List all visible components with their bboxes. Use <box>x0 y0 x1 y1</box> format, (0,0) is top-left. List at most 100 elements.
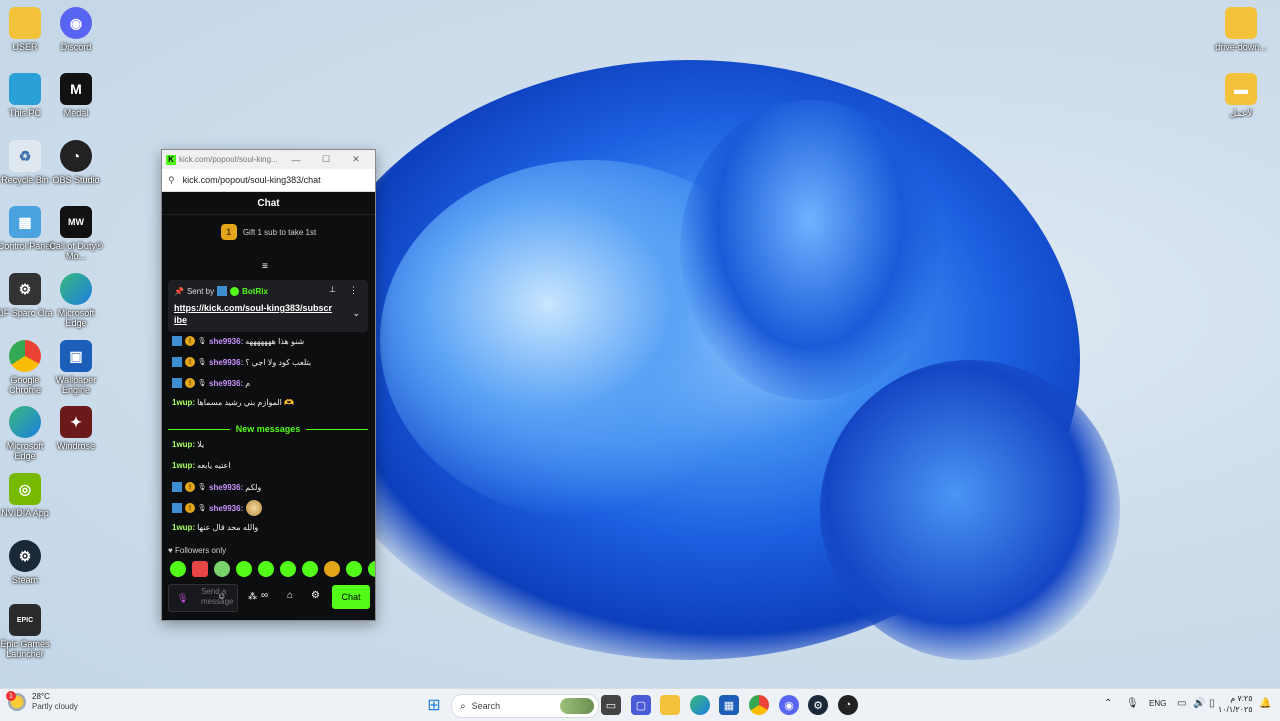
chat-username[interactable]: she9936: <box>209 337 243 346</box>
chat-message: 1wup: اعتيه يابعه <box>172 461 230 470</box>
microphone-icon[interactable]: 🎙 <box>177 593 188 604</box>
edge-taskbar-icon[interactable] <box>690 695 710 715</box>
store-taskbar-icon[interactable]: ▦ <box>719 695 739 715</box>
kick-badge-icon <box>217 286 228 296</box>
weather-desc: Partly cloudy <box>32 702 78 711</box>
wallpaper-bloom-petal <box>820 360 1120 660</box>
emote-icon[interactable] <box>214 561 230 577</box>
chat-username[interactable]: she9936: <box>209 483 243 492</box>
emote-icon[interactable] <box>258 561 274 577</box>
chat-username[interactable]: she9936: <box>209 504 243 513</box>
infinity-icon[interactable]: ∞ <box>261 590 268 601</box>
emoji-icon[interactable]: ☺ <box>217 591 226 601</box>
discord-taskbar-icon[interactable]: ◉ <box>779 695 799 715</box>
desktop-icon-wallpaper-engine[interactable]: ▣ Wallpaper Engine <box>46 340 106 395</box>
url-text[interactable]: kick.com/popout/soul-king383/chat <box>183 175 321 185</box>
epic-games-icon: EPIC <box>9 604 41 636</box>
steam-taskbar-icon[interactable]: ⚙ <box>808 695 828 715</box>
send-chat-button[interactable]: Chat <box>332 585 370 609</box>
desktop-icon-discord[interactable]: ◉ Discord <box>46 7 106 52</box>
desktop-icon-call-of-duty[interactable]: MW Call of Duty® Mo... <box>46 206 106 261</box>
chat-message: 1wup: يلا <box>172 440 204 449</box>
chrome-taskbar-icon[interactable] <box>749 695 769 715</box>
volume-icon[interactable]: 🔊 <box>1193 698 1205 709</box>
folder-icon: ▬ <box>1225 73 1257 105</box>
desktop-icon-label: OBS Studio <box>52 175 100 185</box>
desktop-icon-folder-arabic[interactable]: ▬ لاعمل <box>1211 73 1271 118</box>
desktop-icon-steam[interactable]: ⚙ Steam <box>0 540 55 585</box>
pinned-bot-name[interactable]: BotRix <box>242 287 268 296</box>
chat-message: 1wup: الموازم بني رشيد مسماها 🫶 <box>172 398 294 407</box>
pinned-link[interactable]: https://kick.com/soul-king383/subscribe <box>174 302 334 326</box>
emote-icon[interactable] <box>170 561 186 577</box>
kick-chat-popout-window: K kick.com/popout/soul-king... — ☐ ✕ ⚲ k… <box>161 149 376 621</box>
address-bar[interactable]: ⚲ kick.com/popout/soul-king383/chat <box>162 169 375 192</box>
collapse-icon[interactable]: ≡ <box>262 261 268 272</box>
chat-text: م <box>245 378 251 388</box>
emote-icon[interactable] <box>302 561 318 577</box>
chat-text: شنو هذا هههههههه <box>245 336 305 346</box>
more-options-icon[interactable]: ⋮ <box>349 285 358 296</box>
emote-icon[interactable] <box>192 561 208 577</box>
search-highlight-icon <box>560 698 594 714</box>
browser-titlebar[interactable]: K kick.com/popout/soul-king... — ☐ ✕ <box>162 150 375 169</box>
store-icon[interactable]: ⌂ <box>287 590 293 601</box>
chat-username[interactable]: she9936: <box>209 358 243 367</box>
chevron-up-icon[interactable]: ⌃ <box>1104 698 1112 709</box>
start-windows-icon[interactable]: ⊞ <box>424 695 444 715</box>
chat-username[interactable]: 1wup: <box>172 440 195 449</box>
language-indicator[interactable]: ENG <box>1149 699 1166 708</box>
maximize-button[interactable]: ☐ <box>311 154 341 165</box>
desktop-icon-obs[interactable]: ◔ OBS Studio <box>46 140 106 185</box>
desktop-icon-label: Discord <box>60 42 92 52</box>
desktop-icon-drive-download[interactable]: drive-down... <box>1211 7 1271 52</box>
sub-badge-icon: ! <box>185 336 195 346</box>
emote-icon[interactable] <box>346 561 362 577</box>
weather-widget[interactable]: 1 28°C Partly cloudy <box>6 691 78 712</box>
clock[interactable]: ٧:٢٥ م ١٠/١/٢٠٢٥ <box>1218 693 1253 715</box>
nvidia-icon: ◎ <box>9 473 41 505</box>
file-explorer-icon[interactable] <box>660 695 680 715</box>
desktop-icon-windrose[interactable]: ✦ Windrose <box>46 406 106 451</box>
desktop-icon-edge[interactable]: Microsoft Edge <box>46 273 106 328</box>
df-icon: ⚙ <box>9 273 41 305</box>
emote-icon[interactable] <box>368 561 375 577</box>
notification-bell-icon[interactable]: 🔔 <box>1259 698 1271 709</box>
desktop-icon-label: Steam <box>11 575 38 585</box>
chevron-down-icon[interactable]: ⌄ <box>352 308 360 319</box>
site-info-icon[interactable]: ⚲ <box>168 175 175 186</box>
desktop-icon-nvidia[interactable]: ◎ NVIDIA App <box>0 473 55 518</box>
chat-username[interactable]: 1wup: <box>172 461 195 470</box>
taskbar-search-box[interactable]: ⌕ Search <box>451 694 599 718</box>
emote-icon[interactable] <box>324 561 340 577</box>
desktop-icon-medal[interactable]: M Medal <box>46 73 106 118</box>
microphone-tray-icon[interactable]: 🎙 <box>1126 698 1139 709</box>
share-icon[interactable]: ⁂ <box>248 591 257 602</box>
desktop-icon-epic[interactable]: EPIC Epic Games Launcher <box>0 604 55 659</box>
settings-gear-icon[interactable]: ⚙ <box>311 590 320 601</box>
close-button[interactable]: ✕ <box>341 154 371 165</box>
discord-icon: ◉ <box>60 7 92 39</box>
chat-username[interactable]: 1wup: <box>172 523 195 532</box>
network-icon[interactable]: ▭ <box>1177 698 1186 709</box>
battery-icon[interactable]: ▯ <box>1209 698 1215 709</box>
chat-text: الموازم بني رشيد مسماها 🫶 <box>197 398 295 407</box>
chat-input[interactable]: 🎙 Send a message <box>168 584 238 612</box>
emote-icon[interactable] <box>236 561 252 577</box>
clock-time: ٧:٢٥ م <box>1230 694 1253 703</box>
weather-temp: 28°C <box>32 692 50 701</box>
chat-username[interactable]: she9936: <box>209 379 243 388</box>
chat-app-icon[interactable]: ▢ <box>631 695 651 715</box>
pin-icon: 📌 <box>174 286 184 296</box>
desktop-icon-label: Windrose <box>56 441 95 451</box>
minimize-button[interactable]: — <box>281 155 311 165</box>
task-view-icon[interactable]: ▭ <box>601 695 621 715</box>
wallpaper-bloom-petal <box>680 100 940 400</box>
gift-sub-banner[interactable]: 1 Gift 1 sub to take 1st <box>162 215 375 249</box>
obs-taskbar-icon[interactable]: ◔ <box>838 695 858 715</box>
chat-username[interactable]: 1wup: <box>172 398 195 407</box>
kick-badge-icon <box>172 378 182 388</box>
unpin-icon[interactable]: ⊥ <box>329 285 336 294</box>
emote-icon[interactable] <box>280 561 296 577</box>
heart-icon: ♥ <box>168 546 173 555</box>
